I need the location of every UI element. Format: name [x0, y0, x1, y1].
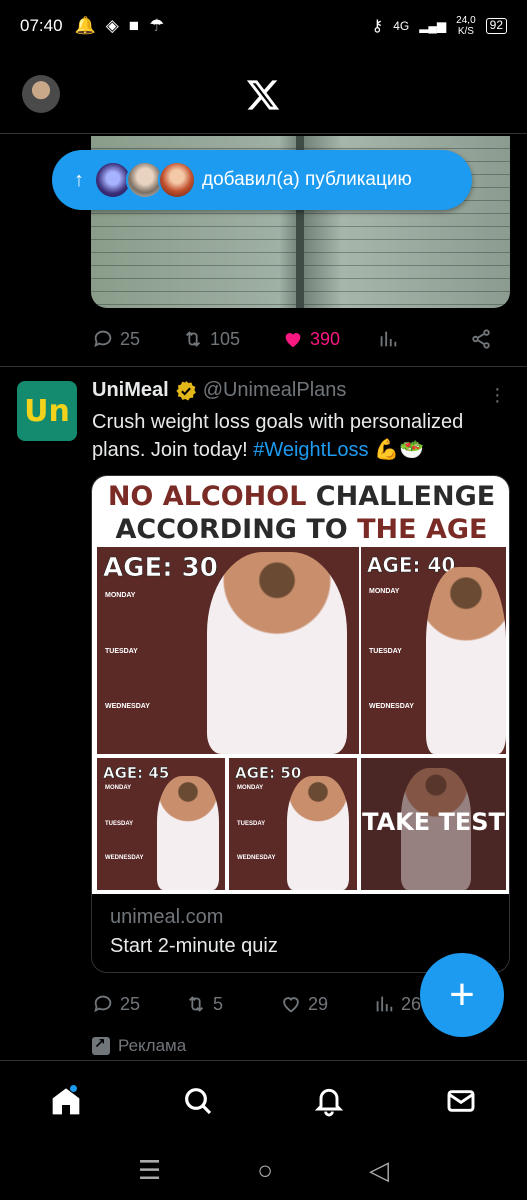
key-icon: ⚷	[371, 18, 384, 35]
divider	[0, 366, 527, 367]
bar-chart-icon	[380, 331, 397, 347]
bar-chart-icon	[376, 996, 393, 1012]
views-button[interactable]	[377, 328, 467, 350]
more-options-icon[interactable]: · · ·	[494, 379, 501, 411]
recents-icon[interactable]: ☰	[138, 1155, 161, 1186]
model-figure	[426, 567, 506, 754]
signal-icon: ▂▄▆	[419, 19, 447, 33]
compose-button[interactable]: +	[420, 953, 504, 1037]
profile-avatar[interactable]	[22, 75, 60, 113]
card-domain: unimeal.com	[110, 906, 224, 928]
mail-icon	[447, 1089, 475, 1112]
avatar	[158, 161, 196, 199]
tile-age-45: AGE: 45 MONDAY TUESDAY WEDNESDAY	[97, 758, 225, 890]
home-circle-icon[interactable]: ○	[257, 1155, 273, 1186]
ad-card-footer[interactable]: unimeal.com Start 2-minute quiz	[110, 906, 278, 958]
reply-icon	[94, 995, 112, 1013]
status-time: 07:40	[20, 16, 63, 35]
like-button[interactable]: 390	[282, 328, 377, 350]
repost-icon	[185, 331, 201, 347]
shield-icon: ◈	[105, 16, 119, 35]
arrow-up-icon: ↑	[74, 168, 84, 191]
model-figure	[207, 552, 347, 754]
repost-icon	[188, 996, 204, 1012]
heart-icon	[283, 997, 299, 1013]
post-header: UniMeal @UnimealPlans	[92, 379, 346, 402]
x-logo-icon[interactable]	[245, 77, 281, 113]
reply-button[interactable]: 25	[92, 993, 185, 1015]
new-posts-label: добавил(а) публикацию	[202, 169, 412, 190]
network-label: 4G	[393, 19, 410, 33]
take-test-label: TAKE TEST	[362, 808, 505, 836]
notification-dot	[68, 1083, 78, 1093]
status-bar: 07:40 🔔 ◈ ■ ☂ ⚷ 4G ▂▄▆ 24,0 K/S 92	[0, 0, 527, 52]
battery-indicator: 92	[485, 18, 507, 34]
post-text: Crush weight loss goals with personalize…	[92, 411, 464, 461]
ad-image-title: NO ALCOHOL CHALLENGE ACCORDING TO THE AG…	[107, 481, 496, 545]
nav-notifications[interactable]	[299, 1071, 359, 1131]
speed-readout: 24,0 K/S	[456, 15, 476, 37]
verified-badge-icon	[176, 380, 196, 400]
search-icon	[184, 1087, 211, 1114]
hashtag-link[interactable]: #WeightLoss	[253, 439, 368, 461]
system-navigation: ☰ ○ ◁	[0, 1140, 527, 1200]
reply-icon	[94, 330, 112, 348]
share-button[interactable]	[470, 328, 492, 350]
like-button[interactable]: 29	[280, 993, 373, 1015]
tile-age-40: AGE: 40 MONDAY TUESDAY WEDNESDAY	[361, 547, 506, 754]
bottom-navigation	[0, 1060, 527, 1140]
heart-filled-icon	[285, 333, 301, 348]
promoted-label: Реклама	[92, 1035, 186, 1056]
author-handle[interactable]: @UnimealPlans	[203, 379, 347, 402]
tile-age-30: AGE: 30 MONDAY TUESDAY WEDNESDAY	[97, 547, 359, 754]
views-button[interactable]: 26	[373, 993, 421, 1015]
share-icon	[472, 329, 490, 349]
promoted-icon	[92, 1035, 110, 1055]
tile-take-test[interactable]: TAKE TEST	[361, 758, 506, 890]
repost-button[interactable]: 105	[182, 328, 282, 350]
reply-button[interactable]: 25	[92, 328, 182, 350]
nav-search[interactable]	[168, 1071, 228, 1131]
nav-home[interactable]	[36, 1071, 96, 1131]
ad-card-image[interactable]: NO ALCOHOL CHALLENGE ACCORDING TO THE AG…	[92, 476, 509, 894]
bell-icon	[315, 1088, 344, 1116]
plus-icon: +	[449, 970, 475, 1019]
tile-age-50: AGE: 50 MONDAY TUESDAY WEDNESDAY	[229, 758, 357, 890]
model-figure	[287, 776, 349, 890]
advertiser-logo[interactable]: Un	[17, 381, 77, 441]
square-icon: ■	[128, 16, 140, 35]
post-actions: 25 105 390	[92, 324, 492, 354]
divider	[0, 133, 527, 134]
nav-messages[interactable]	[431, 1071, 491, 1131]
umbrella-icon: ☂	[149, 16, 165, 35]
back-icon[interactable]: ◁	[369, 1155, 389, 1186]
bell-icon: 🔔	[74, 16, 96, 35]
top-bar	[0, 60, 527, 130]
new-posts-pill[interactable]: ↑ добавил(а) публикацию	[52, 150, 472, 210]
repost-button[interactable]: 5	[185, 993, 280, 1015]
model-figure	[157, 776, 219, 890]
ad-card[interactable]: NO ALCOHOL CHALLENGE ACCORDING TO THE AG…	[91, 475, 510, 973]
card-cta: Start 2-minute quiz	[110, 935, 278, 957]
author-name[interactable]: UniMeal	[92, 379, 169, 402]
